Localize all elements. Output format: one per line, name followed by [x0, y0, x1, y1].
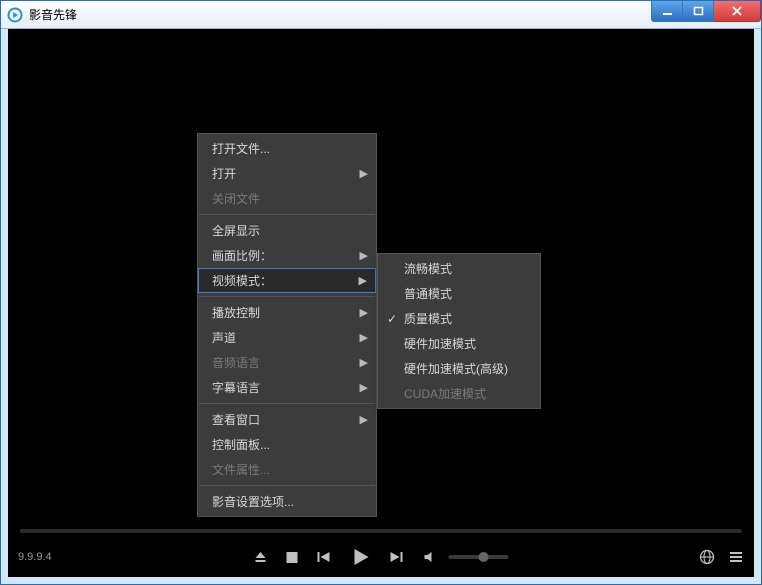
- context-menu: 打开文件...打开▶关闭文件全屏显示画面比例：▶视频模式：▶播放控制▶声道▶音频…: [197, 133, 377, 517]
- menu-item-label: 视频模式：: [212, 272, 272, 289]
- window-title: 影音先锋: [29, 6, 77, 23]
- menu-item-label: 音频语言: [212, 354, 260, 371]
- menu-item-13[interactable]: 查看窗口 ▶: [198, 407, 376, 432]
- submenu-item-label: CUDA加速模式: [402, 385, 486, 402]
- menu-item-label: 打开: [212, 165, 236, 182]
- menu-item-label: 打开文件...: [212, 140, 270, 157]
- menu-item-label: 查看窗口: [212, 411, 260, 428]
- previous-button[interactable]: [317, 550, 333, 564]
- submenu-item-label: 硬件加速模式: [402, 335, 476, 352]
- close-button[interactable]: [714, 1, 761, 22]
- progress-bar[interactable]: [20, 529, 742, 533]
- submenu-item-3[interactable]: 硬件加速模式: [378, 331, 540, 356]
- submenu-item-label: 硬件加速模式(高级): [402, 360, 508, 377]
- submenu-arrow-icon: ▶: [360, 331, 368, 344]
- titlebar[interactable]: 影音先锋: [1, 1, 761, 29]
- maximize-button[interactable]: [683, 1, 714, 22]
- menu-item-1[interactable]: 打开 ▶: [198, 161, 376, 186]
- menu-item-label: 字幕语言: [212, 379, 260, 396]
- app-icon: [7, 7, 23, 23]
- next-button[interactable]: [389, 550, 405, 564]
- minimize-button[interactable]: [651, 1, 683, 22]
- menu-item-5[interactable]: 画面比例： ▶: [198, 243, 376, 268]
- menu-item-14[interactable]: 控制面板...: [198, 432, 376, 457]
- volume-thumb[interactable]: [479, 552, 489, 562]
- submenu-item-label: 普通模式: [402, 285, 452, 302]
- submenu-item-0[interactable]: 流畅模式: [378, 256, 540, 281]
- menu-item-label: 关闭文件: [212, 190, 260, 207]
- menu-item-17[interactable]: 影音设置选项...: [198, 489, 376, 514]
- menu-item-label: 声道: [212, 329, 236, 346]
- submenu-arrow-icon: ▶: [360, 381, 368, 394]
- menu-item-label: 画面比例：: [212, 247, 272, 264]
- check-icon: ✓: [382, 312, 402, 326]
- mute-button[interactable]: [423, 550, 437, 564]
- menu-separator: [199, 403, 375, 404]
- menu-separator: [199, 214, 375, 215]
- submenu-arrow-icon: ▶: [359, 274, 367, 287]
- video-area[interactable]: play 打开文件...打开▶关闭文件全屏显示画面比例：▶视频模式：▶播放控制▶…: [8, 29, 754, 519]
- menu-item-11[interactable]: 字幕语言 ▶: [198, 375, 376, 400]
- submenu-item-1[interactable]: 普通模式: [378, 281, 540, 306]
- submenu-item-2[interactable]: ✓质量模式: [378, 306, 540, 331]
- submenu-item-5: CUDA加速模式: [378, 381, 540, 406]
- menu-item-10: 音频语言 ▶: [198, 350, 376, 375]
- submenu-arrow-icon: ▶: [360, 413, 368, 426]
- submenu-arrow-icon: ▶: [360, 167, 368, 180]
- menu-separator: [199, 485, 375, 486]
- menu-separator: [199, 296, 375, 297]
- app-window: 影音先锋 play 打开文件...打开▶关闭文件全屏显示画面比例：▶视频模式：▶…: [0, 0, 762, 585]
- right-controls: [699, 549, 744, 565]
- bottom-bar: 9.9.9.4: [8, 537, 754, 577]
- network-button[interactable]: [699, 549, 715, 565]
- menu-item-label: 播放控制: [212, 304, 260, 321]
- stop-button[interactable]: [286, 551, 299, 564]
- eject-button[interactable]: [254, 550, 268, 564]
- menu-item-9[interactable]: 声道 ▶: [198, 325, 376, 350]
- menu-item-label: 全屏显示: [212, 222, 260, 239]
- menu-item-label: 控制面板...: [212, 436, 270, 453]
- submenu-arrow-icon: ▶: [360, 249, 368, 262]
- submenu-item-4[interactable]: 硬件加速模式(高级): [378, 356, 540, 381]
- submenu-arrow-icon: ▶: [360, 356, 368, 369]
- playlist-button[interactable]: [729, 550, 744, 564]
- submenu-item-label: 质量模式: [402, 310, 452, 327]
- menu-item-2: 关闭文件: [198, 186, 376, 211]
- menu-item-15: 文件属性...: [198, 457, 376, 482]
- menu-item-4[interactable]: 全屏显示: [198, 218, 376, 243]
- playback-controls: [254, 547, 509, 567]
- menu-item-label: 影音设置选项...: [212, 493, 294, 510]
- menu-item-label: 文件属性...: [212, 461, 270, 478]
- menu-item-8[interactable]: 播放控制 ▶: [198, 300, 376, 325]
- submenu-arrow-icon: ▶: [360, 306, 368, 319]
- video-mode-submenu: 流畅模式普通模式✓质量模式硬件加速模式硬件加速模式(高级)CUDA加速模式: [377, 253, 541, 409]
- volume-slider[interactable]: [449, 555, 509, 559]
- version-label: 9.9.9.4: [18, 551, 52, 563]
- menu-item-6[interactable]: 视频模式： ▶: [198, 268, 376, 293]
- menu-item-0[interactable]: 打开文件...: [198, 136, 376, 161]
- submenu-item-label: 流畅模式: [402, 260, 452, 277]
- client-area: play 打开文件...打开▶关闭文件全屏显示画面比例：▶视频模式：▶播放控制▶…: [8, 29, 754, 577]
- play-button[interactable]: [351, 547, 371, 567]
- window-controls: [651, 1, 761, 21]
